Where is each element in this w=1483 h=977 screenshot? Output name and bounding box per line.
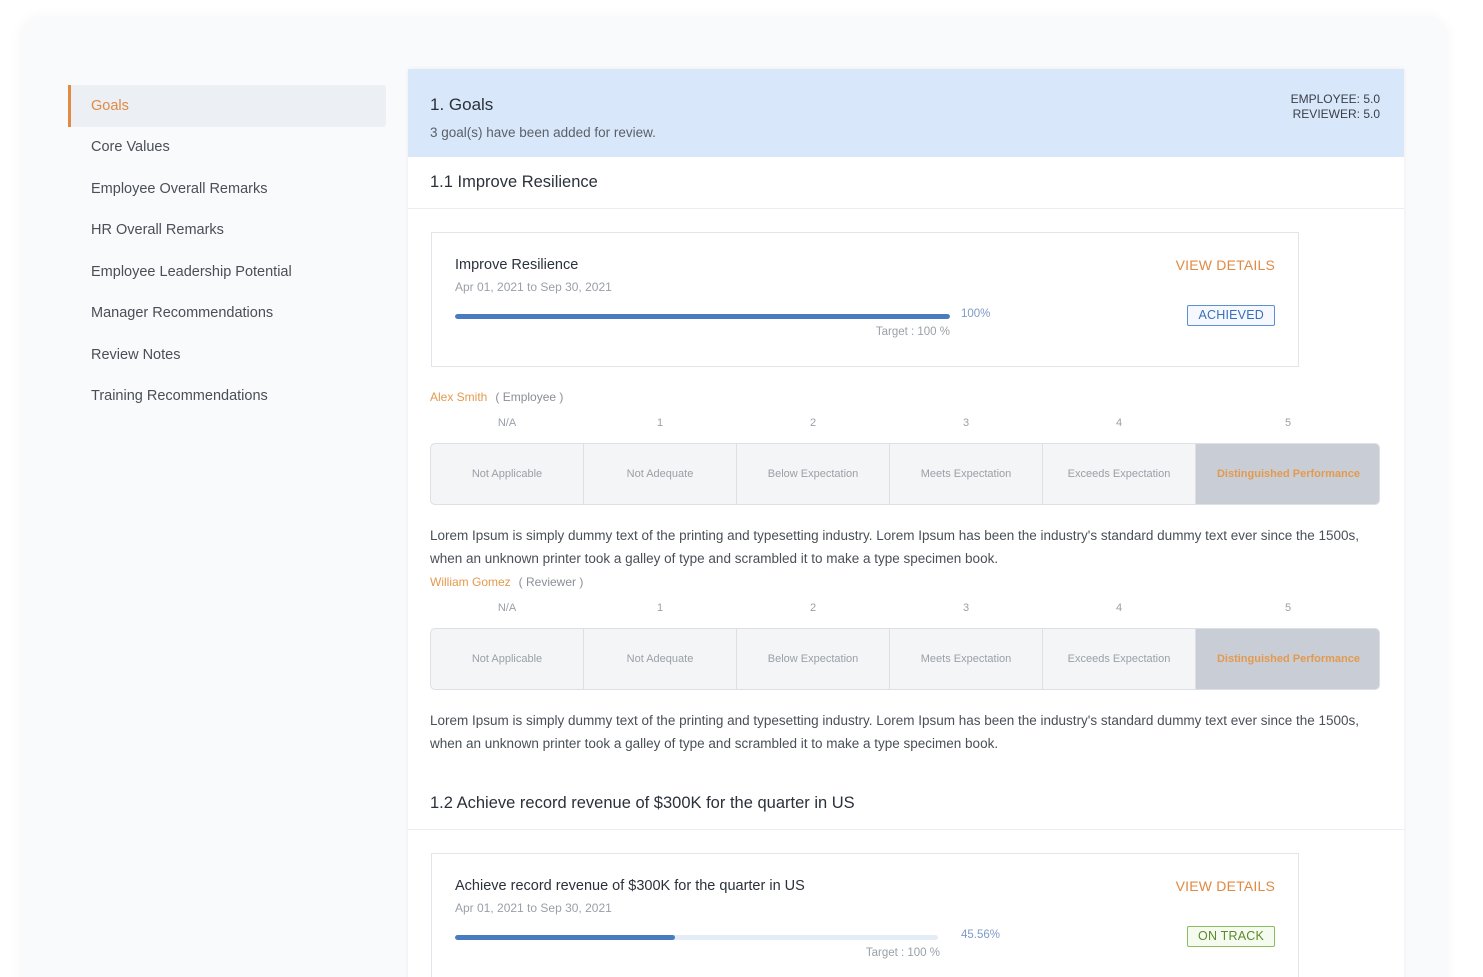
rating-scale-number: 5 — [1284, 602, 1292, 614]
rating-scale-number: 3 — [962, 417, 970, 429]
status-badge: ON TRACK — [1187, 926, 1275, 947]
rating-option[interactable]: Not Applicable — [431, 629, 584, 689]
employee-role: ( Employee ) — [495, 390, 564, 404]
goal-progress-percent: 100% — [961, 308, 991, 320]
sidebar-item-review-notes[interactable]: Review Notes — [68, 334, 386, 376]
rating-option[interactable]: Not Applicable — [431, 444, 584, 504]
goal-section-title: 1.1 Improve Resilience — [408, 157, 1404, 209]
rating-scale-number: 2 — [809, 602, 817, 614]
sidebar-item-manager-recommendations[interactable]: Manager Recommendations — [68, 293, 386, 335]
rating-scale-number: 5 — [1284, 417, 1292, 429]
sidebar-item-goals[interactable]: Goals — [68, 85, 386, 127]
status-badge: ACHIEVED — [1187, 305, 1275, 326]
employee-score: EMPLOYEE: 5.0 — [1290, 92, 1380, 106]
rating-option[interactable]: Distinguished Performance — [1196, 444, 1379, 504]
goal-target: Target : 100 % — [875, 326, 950, 338]
rating-option[interactable]: Meets Expectation — [890, 629, 1043, 689]
rating-scale-number: 1 — [656, 417, 664, 429]
view-details-link[interactable]: VIEW DETAILS — [1176, 257, 1275, 273]
goal-dates: Apr 01, 2021 to Sep 30, 2021 — [455, 280, 612, 294]
rating-option[interactable]: Below Expectation — [737, 444, 890, 504]
reviewer-rater-label: William Gomez ( Reviewer ) — [430, 575, 583, 589]
rating-option[interactable]: Exceeds Expectation — [1043, 444, 1196, 504]
employee-rater-label: Alex Smith ( Employee ) — [430, 390, 563, 404]
goals-panel: 1. Goals 3 goal(s) have been added for r… — [408, 69, 1404, 977]
rating-scale-number: 1 — [656, 602, 664, 614]
goal-card: Improve Resilience Apr 01, 2021 to Sep 3… — [431, 232, 1299, 367]
rating-option[interactable]: Not Adequate — [584, 444, 737, 504]
rating-option[interactable]: Below Expectation — [737, 629, 890, 689]
sidebar-item-employee-leadership-potential[interactable]: Employee Leadership Potential — [68, 251, 386, 293]
rating-option[interactable]: Not Adequate — [584, 629, 737, 689]
rating-scale-numbers: N/A 1 2 3 4 5 — [430, 602, 1380, 616]
sidebar-nav: Goals Core Values Employee Overall Remar… — [68, 85, 386, 417]
reviewer-comment: Lorem Ipsum is simply dummy text of the … — [430, 713, 1360, 751]
goal-progress-percent: 45.56% — [961, 929, 1001, 941]
sidebar-item-training-recommendations[interactable]: Training Recommendations — [68, 376, 386, 418]
goal-card: Achieve record revenue of $300K for the … — [431, 853, 1299, 977]
page-title: 1. Goals — [430, 95, 494, 114]
rating-option[interactable]: Exceeds Expectation — [1043, 629, 1196, 689]
view-details-link[interactable]: VIEW DETAILS — [1176, 878, 1275, 894]
rating-scale-number: 4 — [1115, 417, 1123, 429]
goal-progress-bar — [455, 935, 938, 940]
rating-scale-number: 3 — [962, 602, 970, 614]
sidebar-item-core-values[interactable]: Core Values — [68, 127, 386, 169]
reviewer-role: ( Reviewer ) — [518, 575, 584, 589]
rating-scale-number: 2 — [809, 417, 817, 429]
goals-header: 1. Goals 3 goal(s) have been added for r… — [408, 69, 1404, 157]
goal-progress-fill — [455, 314, 950, 319]
rating-scale-number: 4 — [1115, 602, 1123, 614]
reviewer-name[interactable]: William Gomez — [430, 575, 511, 589]
reviewer-rating-bar: Not Applicable Not Adequate Below Expectat… — [430, 628, 1380, 690]
employee-rating-bar: Not Applicable Not Adequate Below Expectat… — [430, 443, 1380, 505]
goal-name: Improve Resilience — [455, 257, 579, 273]
employee-comment: Lorem Ipsum is simply dummy text of the … — [430, 528, 1360, 566]
rating-option[interactable]: Distinguished Performance — [1196, 629, 1379, 689]
rating-scale-number: N/A — [497, 417, 517, 429]
rating-option[interactable]: Meets Expectation — [890, 444, 1043, 504]
goal-dates: Apr 01, 2021 to Sep 30, 2021 — [455, 901, 612, 915]
goal-section-title: 1.2 Achieve record revenue of $300K for … — [408, 778, 1404, 830]
goals-count-text: 3 goal(s) have been added for review. — [430, 125, 656, 140]
goal-name: Achieve record revenue of $300K for the … — [455, 878, 805, 894]
rating-scale-number: N/A — [497, 602, 517, 614]
reviewer-score: REVIEWER: 5.0 — [1292, 107, 1380, 121]
score-summary: EMPLOYEE: 5.0 REVIEWER: 5.0 — [1291, 92, 1380, 122]
goal-target: Target : 100 % — [865, 947, 940, 959]
goal-progress-fill — [455, 935, 676, 940]
rating-scale-numbers: N/A 1 2 3 4 5 — [430, 417, 1380, 431]
sidebar-item-hr-overall-remarks[interactable]: HR Overall Remarks — [68, 210, 386, 252]
goal-progress-bar — [455, 314, 950, 319]
employee-name[interactable]: Alex Smith — [430, 390, 487, 404]
sidebar-item-employee-overall-remarks[interactable]: Employee Overall Remarks — [68, 168, 386, 210]
